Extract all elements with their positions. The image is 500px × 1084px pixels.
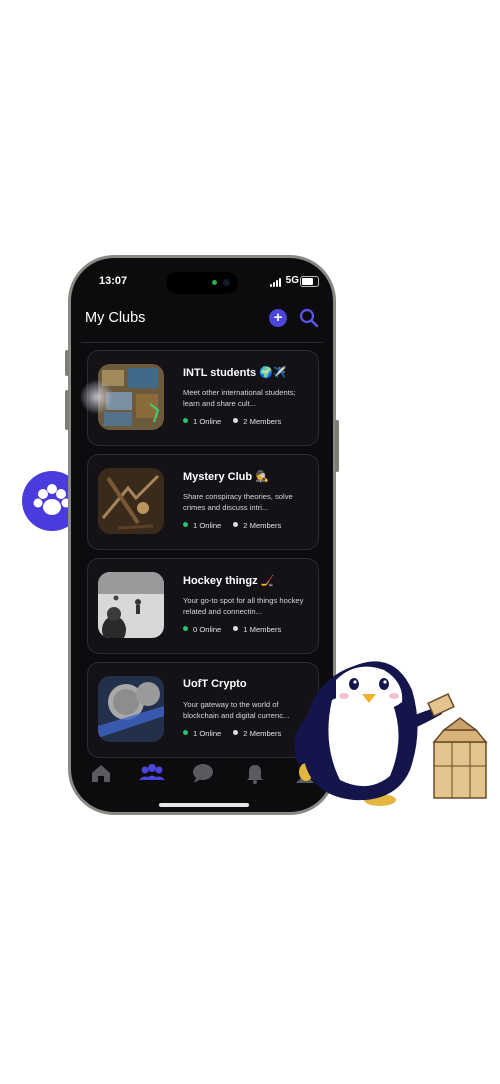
club-name: INTL students 🌍✈️: [183, 367, 287, 379]
club-stats: 1 Online 2 Members: [183, 521, 281, 530]
battery-icon: [300, 276, 319, 287]
club-name: Mystery Club 🕵️: [183, 471, 269, 483]
page-title: My Clubs: [85, 310, 146, 326]
clubs-icon[interactable]: [137, 762, 167, 784]
club-thumbnail: [98, 676, 164, 742]
club-thumbnail: [98, 468, 164, 534]
dynamic-island: [166, 272, 238, 294]
club-card[interactable]: UofT Crypto Your gateway to the world of…: [87, 662, 319, 758]
club-description: Share conspiracy theories, solve crimes …: [183, 492, 293, 512]
online-count: 1 Online: [183, 729, 221, 738]
club-stats: 0 Online 1 Members: [183, 625, 281, 634]
club-stats: 1 Online 2 Members: [183, 729, 281, 738]
home-icon[interactable]: [89, 762, 113, 784]
online-count: 1 Online: [183, 521, 221, 530]
home-indicator: [159, 803, 249, 807]
touch-indicator: [80, 380, 114, 414]
network-label: 5G: [285, 275, 299, 286]
club-name: Hockey thingz 🏒: [183, 575, 275, 587]
online-count: 0 Online: [183, 625, 221, 634]
member-count: 2 Members: [233, 417, 281, 426]
member-count: 2 Members: [233, 521, 281, 530]
signal-icon: [270, 278, 281, 287]
club-description: Meet other international students; learn…: [183, 388, 296, 408]
status-time: 13:07: [99, 275, 128, 287]
club-card[interactable]: Hockey thingz 🏒 Your go-to spot for all …: [87, 558, 319, 654]
club-name: UofT Crypto: [183, 678, 247, 690]
club-stats: 1 Online 2 Members: [183, 417, 281, 426]
search-icon[interactable]: [299, 308, 319, 328]
club-description: Your go-to spot for all things hockey re…: [183, 596, 304, 616]
online-count: 1 Online: [183, 417, 221, 426]
status-bar: 13:07 5G: [71, 270, 333, 294]
plus-icon: +: [273, 309, 283, 326]
club-description: Your gateway to the world of blockchain …: [183, 700, 290, 720]
header-divider: [81, 342, 323, 343]
club-thumbnail: [98, 572, 164, 638]
bell-icon[interactable]: [243, 762, 267, 784]
chat-icon[interactable]: [191, 762, 215, 784]
member-count: 1 Members: [233, 625, 281, 634]
member-count: 2 Members: [233, 729, 281, 738]
add-club-button[interactable]: +: [269, 309, 287, 327]
club-card[interactable]: Mystery Club 🕵️ Share conspiracy theorie…: [87, 454, 319, 550]
penguin-mascot-illustration: [294, 661, 488, 806]
club-card[interactable]: INTL students 🌍✈️ Meet other internation…: [87, 350, 319, 446]
